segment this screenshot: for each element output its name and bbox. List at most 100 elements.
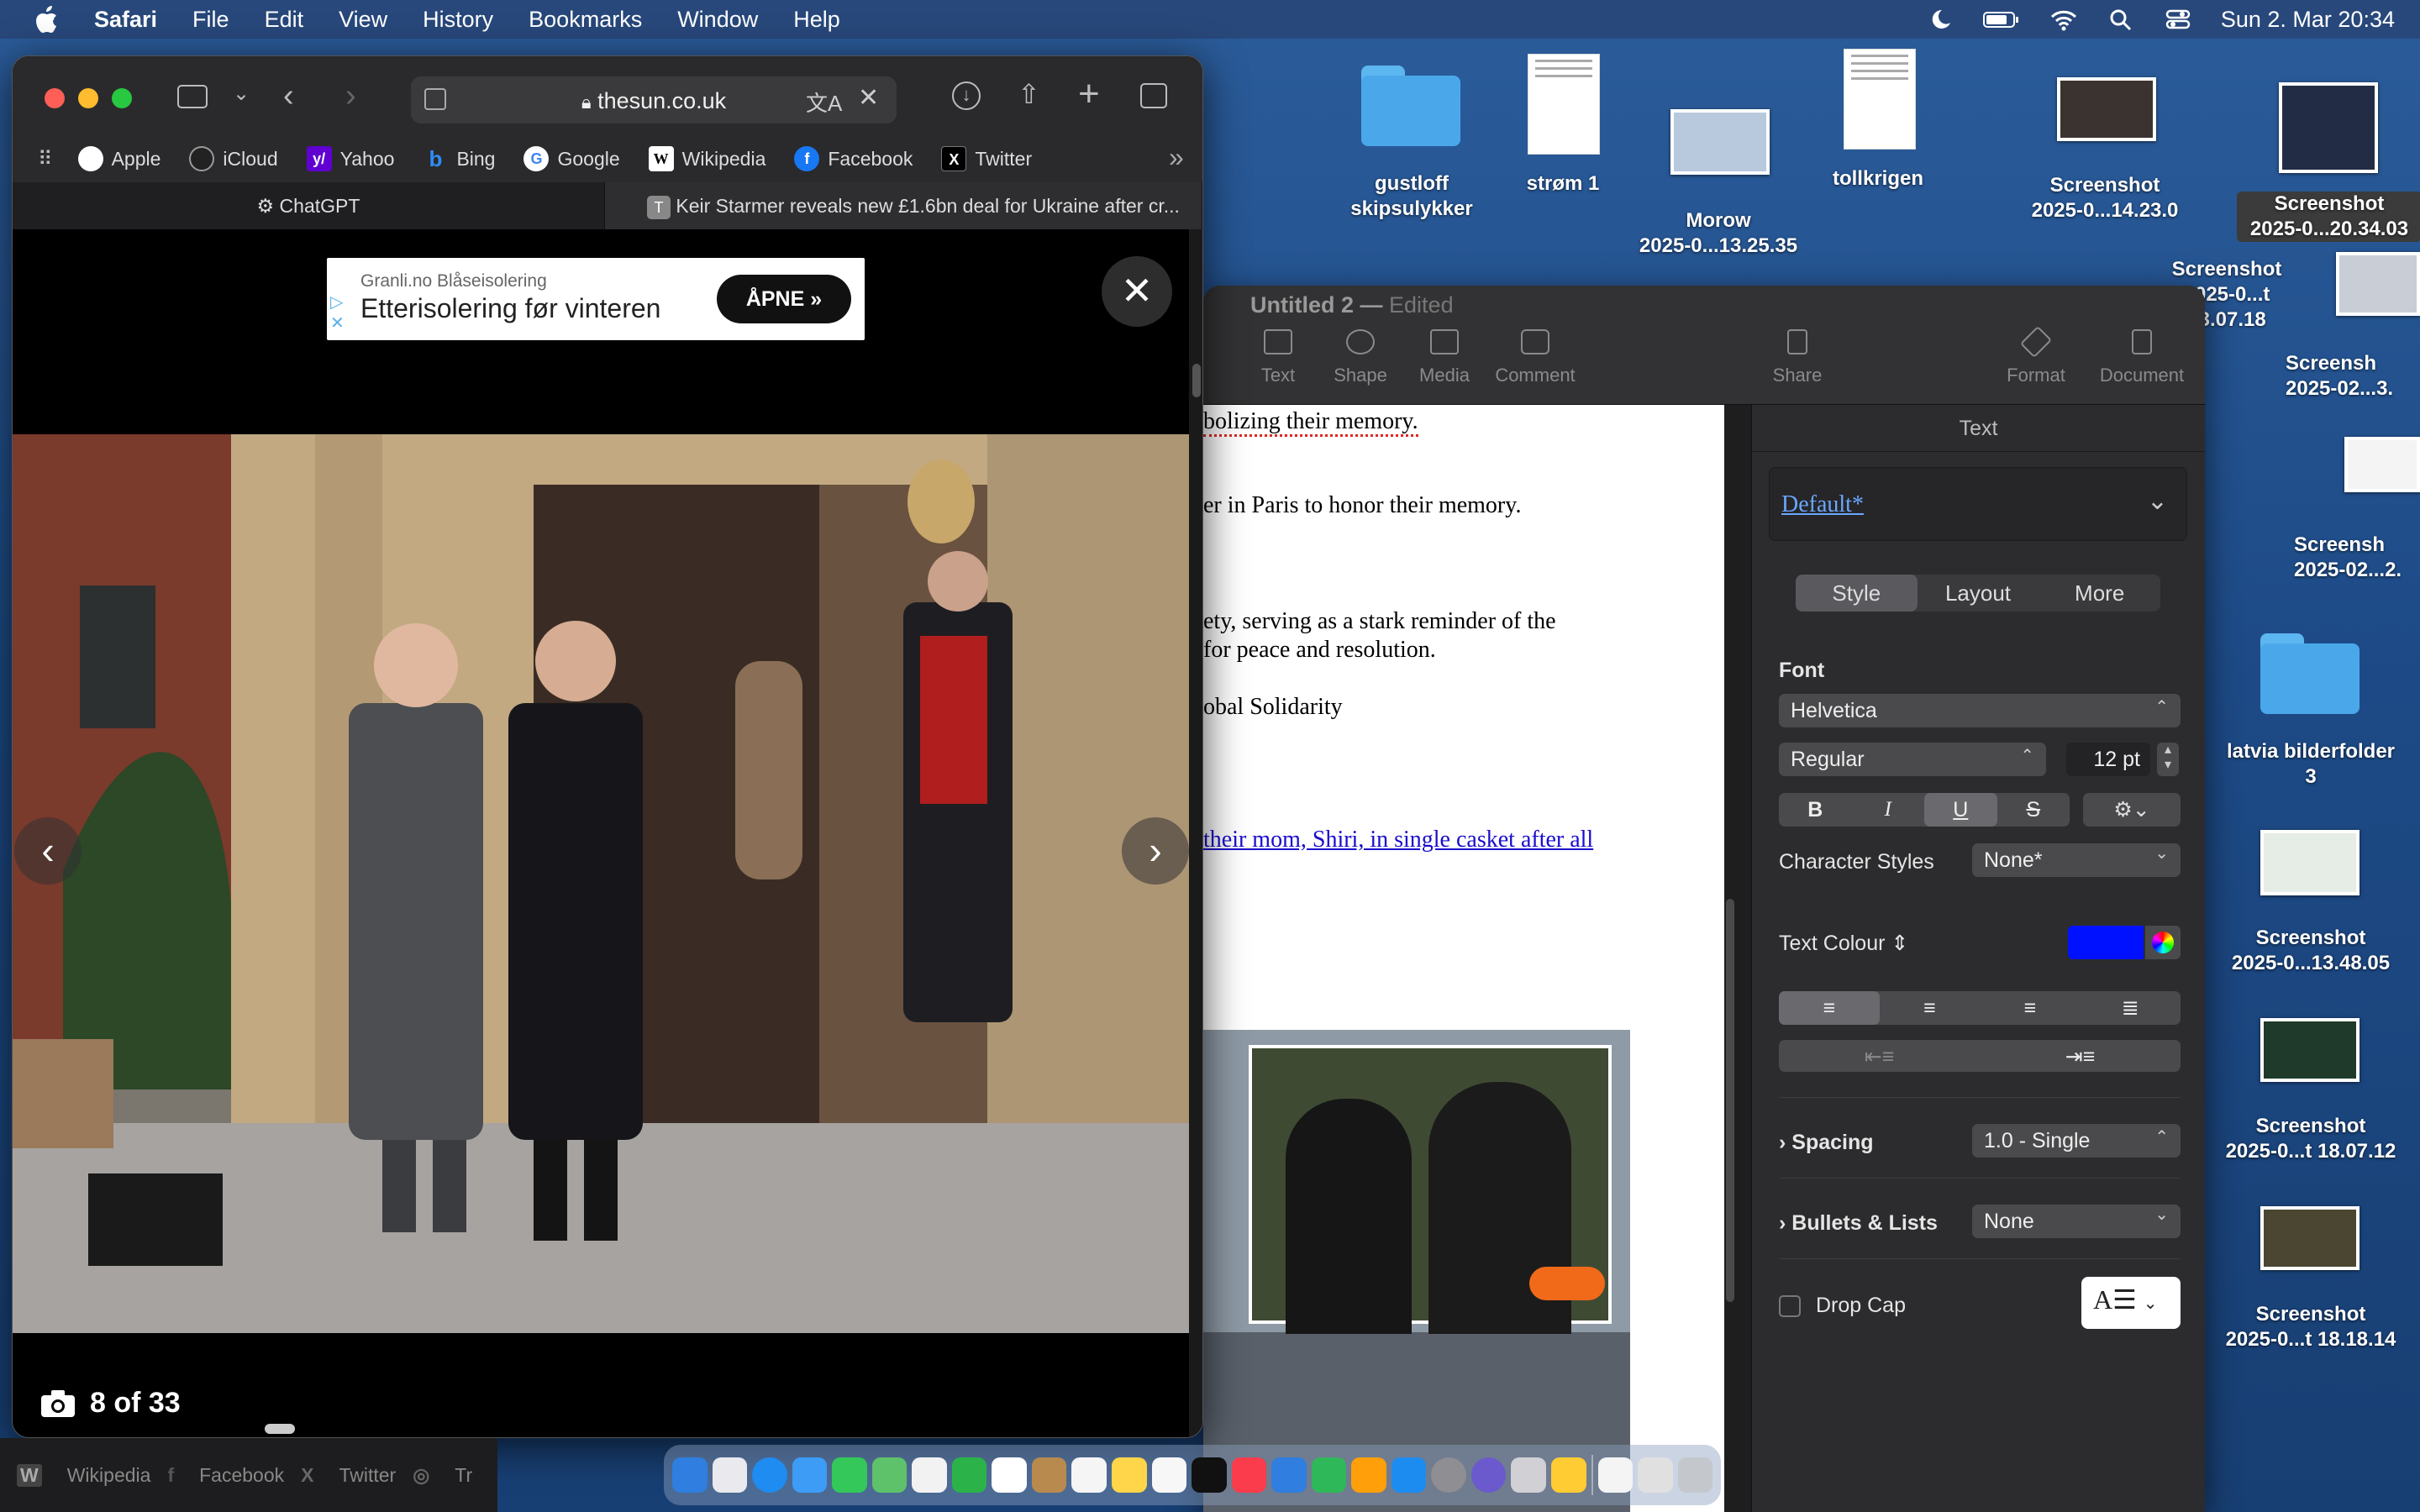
advanced-options-gear-icon[interactable]: ⚙⌄ xyxy=(2083,793,2181,827)
close-gallery-button[interactable]: ✕ xyxy=(1102,256,1172,327)
document-title[interactable]: Untitled 2 — Edited xyxy=(1250,292,1454,318)
menu-history[interactable]: History xyxy=(423,7,493,33)
app-store-icon[interactable] xyxy=(1391,1457,1427,1493)
ad-choices-icon[interactable]: ▷ ✕ xyxy=(330,291,350,339)
messages-icon[interactable] xyxy=(832,1457,867,1493)
trash-icon[interactable] xyxy=(1677,1457,1713,1493)
spotlight-search-icon[interactable] xyxy=(2107,8,2135,31)
forward-chevron-icon[interactable]: › xyxy=(345,78,356,114)
back-chevron-icon[interactable]: ‹ xyxy=(283,78,294,114)
favorite-bing[interactable]: b Bing xyxy=(423,146,495,171)
favorites-grid-icon[interactable]: ⠿ xyxy=(38,147,53,171)
text-colour-well[interactable] xyxy=(2068,926,2144,959)
bold-button[interactable]: B xyxy=(1779,793,1852,827)
launchpad-icon[interactable] xyxy=(712,1457,748,1493)
font-family-select[interactable]: Helvetica xyxy=(1779,690,2181,727)
gallery-photo[interactable] xyxy=(13,434,1189,1333)
drop-cap-style-picker[interactable]: A☰ ⌄ xyxy=(2081,1277,2181,1329)
freeform-icon[interactable] xyxy=(1151,1457,1187,1493)
system-settings-icon[interactable] xyxy=(1431,1457,1466,1493)
menu-window[interactable]: Window xyxy=(677,7,758,33)
bullets-section-toggle[interactable]: › Bullets & Lists xyxy=(1779,1211,1938,1236)
tab-the-sun[interactable]: T Keir Starmer reveals new £1.6bn deal f… xyxy=(604,182,1202,229)
moon-icon[interactable] xyxy=(1925,8,1954,31)
favorite-twitter[interactable]: X Twitter xyxy=(941,146,1032,171)
menu-edit[interactable]: Edit xyxy=(265,7,304,33)
doc-link[interactable]: their mom, Shiri, in single casket after… xyxy=(1203,827,1593,853)
music-icon[interactable] xyxy=(1231,1457,1267,1493)
close-window-button[interactable] xyxy=(45,88,65,108)
strikethrough-button[interactable]: S xyxy=(1997,793,2070,827)
menu-app-name[interactable]: Safari xyxy=(94,7,157,33)
align-left-icon[interactable]: ≡ xyxy=(1779,991,1880,1025)
keynote-icon[interactable] xyxy=(1271,1457,1307,1493)
mail-icon[interactable] xyxy=(792,1457,828,1493)
tab-style[interactable]: Style xyxy=(1796,575,1918,612)
tab-layout[interactable]: Layout xyxy=(1918,575,2039,612)
favorite-icloud[interactable]: iCloud xyxy=(189,146,278,171)
bg-favorite-truncated[interactable]: ◎ Tr xyxy=(413,1464,472,1487)
decrease-indent-icon[interactable]: ⇤≡ xyxy=(1779,1040,1980,1072)
sidebar-toggle-icon[interactable] xyxy=(177,85,208,108)
battery-icon[interactable] xyxy=(1982,8,2021,31)
align-right-icon[interactable]: ≡ xyxy=(1980,991,2081,1025)
control-center-icon[interactable] xyxy=(2164,8,2192,31)
advertisement-banner[interactable]: ▷ ✕ Granli.no Blåseisolering Etterisoleri… xyxy=(327,258,865,340)
toolbar-share-button[interactable]: Share xyxy=(1751,329,1844,386)
apple-menu-icon[interactable] xyxy=(34,5,59,34)
chatgpt-app-icon[interactable] xyxy=(1470,1457,1507,1493)
page-scrollbar[interactable] xyxy=(1189,229,1202,1437)
reminders-icon[interactable] xyxy=(1071,1457,1107,1493)
maps-icon[interactable] xyxy=(871,1457,908,1493)
tab-chatgpt[interactable]: ⚙︎ ChatGPT xyxy=(13,182,605,229)
bg-favorite-wikipedia[interactable]: W Wikipedia xyxy=(17,1463,150,1487)
menu-view[interactable]: View xyxy=(339,7,387,33)
favorite-yahoo[interactable]: y/Yahoo xyxy=(306,146,394,171)
document-scrollbar[interactable] xyxy=(1726,899,1734,1302)
finder-icon[interactable] xyxy=(672,1457,708,1493)
calendar-icon[interactable] xyxy=(992,1457,1027,1493)
toolbar-document-button[interactable]: Document xyxy=(2096,329,2188,386)
share-icon[interactable]: ⇧ xyxy=(1018,78,1040,110)
downloads-icon[interactable]: ↓ xyxy=(952,81,981,110)
menubar-datetime[interactable]: Sun 2. Mar 20:34 xyxy=(2221,7,2395,33)
character-styles-select[interactable]: None* xyxy=(1972,837,2181,877)
italic-button[interactable]: I xyxy=(1852,793,1925,827)
toolbar-comment-button[interactable]: Comment xyxy=(1489,329,1581,386)
numbers-icon[interactable] xyxy=(1311,1457,1347,1493)
menu-bookmarks[interactable]: Bookmarks xyxy=(529,7,642,33)
toolbar-media-button[interactable]: Media xyxy=(1398,329,1491,386)
tab-overview-icon[interactable] xyxy=(1140,83,1167,108)
address-bar[interactable]: 🔒︎ thesun.co.uk 文A ✕ xyxy=(411,76,897,123)
horizontal-scroll-indicator[interactable] xyxy=(265,1424,295,1434)
more-favorites-icon[interactable]: » xyxy=(1169,142,1184,173)
scrollbar-thumb[interactable] xyxy=(1192,364,1201,397)
font-size-value[interactable]: 12 pt xyxy=(2066,743,2150,776)
toolbar-text-button[interactable]: Text xyxy=(1232,329,1324,386)
tips-icon[interactable] xyxy=(1551,1457,1586,1493)
facetime-icon[interactable] xyxy=(951,1457,987,1493)
tv-icon[interactable] xyxy=(1192,1457,1227,1493)
gallery-previous-button[interactable]: ‹ xyxy=(14,817,82,885)
text-colour-label[interactable]: Text Colour ⇕ xyxy=(1779,931,1908,956)
preview-icon[interactable] xyxy=(1511,1457,1547,1493)
colour-picker-button[interactable] xyxy=(2145,926,2181,959)
new-tab-icon[interactable]: + xyxy=(1078,73,1100,115)
align-justify-icon[interactable]: ≣ xyxy=(2081,991,2181,1025)
minimize-window-button[interactable] xyxy=(78,88,98,108)
chevron-down-icon[interactable]: ⌄ xyxy=(233,81,250,106)
notes-icon[interactable] xyxy=(1112,1457,1147,1493)
align-center-icon[interactable]: ≡ xyxy=(1880,991,1981,1025)
safari-icon[interactable] xyxy=(752,1457,787,1493)
bullets-select[interactable]: None xyxy=(1972,1198,2181,1238)
wifi-icon[interactable] xyxy=(2049,8,2078,31)
stop-loading-icon[interactable]: ✕ xyxy=(858,83,879,113)
underline-button[interactable]: U xyxy=(1924,793,1997,827)
zoom-window-button[interactable] xyxy=(112,88,132,108)
translate-icon[interactable]: 文A xyxy=(806,87,842,118)
photos-icon[interactable] xyxy=(912,1457,947,1493)
recent-document-icon[interactable] xyxy=(1597,1457,1634,1493)
menu-file[interactable]: File xyxy=(192,7,229,33)
gallery-next-button[interactable]: › xyxy=(1122,817,1189,885)
drop-cap-checkbox[interactable] xyxy=(1779,1295,1801,1317)
